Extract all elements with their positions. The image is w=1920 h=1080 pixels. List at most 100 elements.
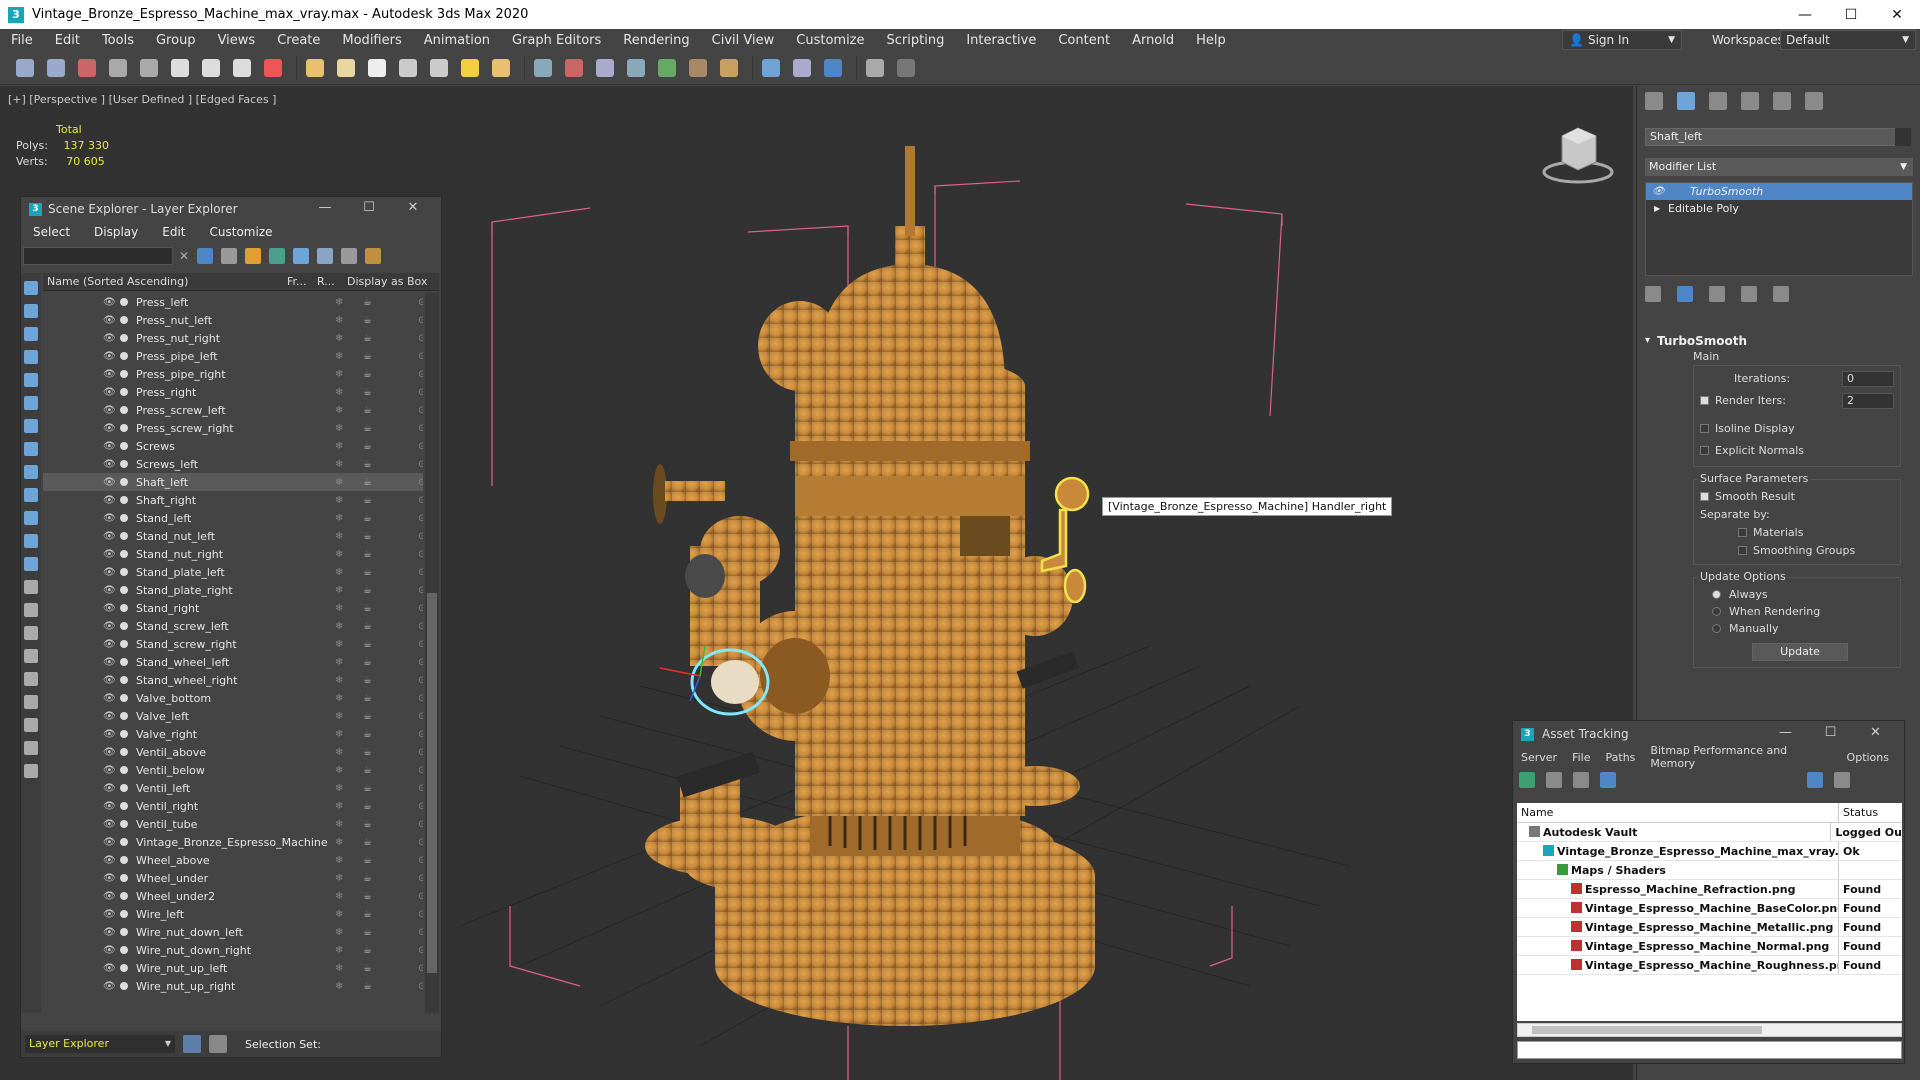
menu-views[interactable]: Views [207,33,267,48]
list-item[interactable]: 👁 Wire_nut_up_left ❄ ☕ ⊙ [43,959,423,977]
object-color-swatch[interactable] [1895,128,1911,146]
renderable-icon[interactable]: ☕ [363,495,372,506]
close-button[interactable]: ✕ [1874,0,1920,29]
explorer-type-select[interactable]: Layer Explorer ▼ [25,1035,175,1053]
freeze-icon[interactable]: ❄ [335,567,343,578]
display-box-icon[interactable]: ⊙ [418,981,423,992]
freeze-icon[interactable]: ❄ [335,495,343,506]
se-menu-select[interactable]: Select [33,225,70,239]
eye-icon[interactable]: 👁 [103,909,116,920]
display-box-icon[interactable]: ⊙ [418,675,423,686]
table-row[interactable]: Vintage_Espresso_Machine_Roughness.png Fo… [1517,956,1902,975]
filter-type-icon[interactable] [24,488,38,502]
filter-type-icon[interactable] [24,327,38,341]
eye-icon[interactable]: 👁 [103,927,116,938]
stack-item-turbosmooth[interactable]: 👁 TurboSmooth [1646,183,1912,200]
column-frozen-header[interactable]: Fr... [283,275,313,288]
minimize-button[interactable]: — [303,200,347,215]
cone-icon[interactable] [426,55,452,81]
menu-graph-editors[interactable]: Graph Editors [501,33,612,48]
freeze-icon[interactable]: ❄ [335,855,343,866]
eye-icon[interactable]: 👁 [103,837,116,848]
freeze-icon[interactable]: ❄ [335,657,343,668]
display-box-icon[interactable]: ⊙ [418,387,423,398]
display-box-icon[interactable]: ⊙ [418,369,423,380]
list-item[interactable]: 👁 Screws ❄ ☕ ⊙ [43,437,423,455]
materials-checkbox[interactable] [1738,528,1747,537]
renderable-icon[interactable]: ☕ [363,891,372,902]
freeze-icon[interactable]: ❄ [335,603,343,614]
renderable-icon[interactable]: ☕ [363,513,372,524]
list-item[interactable]: 👁 Ventil_below ❄ ☕ ⊙ [43,761,423,779]
filter-type-icon[interactable] [24,534,38,548]
list-item[interactable]: 👁 Wire_right ❄ ☕ ⊙ [43,995,423,1000]
freeze-icon[interactable]: ❄ [335,459,343,470]
mirror-icon[interactable] [561,55,587,81]
make-unique-icon[interactable] [1709,286,1725,302]
filter-type-icon[interactable] [24,718,38,732]
display-box-icon[interactable]: ⊙ [418,783,423,794]
freeze-icon[interactable]: ❄ [335,549,343,560]
display-box-icon[interactable]: ⊙ [418,837,423,848]
eye-icon[interactable]: 👁 [103,369,116,380]
filter-type-icon[interactable] [24,465,38,479]
eye-icon[interactable]: 👁 [103,747,116,758]
table-row[interactable]: Vintage_Espresso_Machine_Normal.png Found [1517,937,1902,956]
menu-content[interactable]: Content [1047,33,1121,48]
layer-explorer-icon[interactable] [183,1035,201,1053]
renderable-icon[interactable]: ☕ [363,405,372,416]
help-icon[interactable] [893,55,919,81]
freeze-icon[interactable]: ❄ [335,387,343,398]
display-tab-icon[interactable] [1773,92,1791,110]
display-box-icon[interactable]: ⊙ [418,531,423,542]
display-box-icon[interactable]: ⊙ [418,585,423,596]
list-item[interactable]: 👁 Shaft_right ❄ ☕ ⊙ [43,491,423,509]
renderable-icon[interactable]: ☕ [363,873,372,884]
cylinder-icon[interactable] [364,55,390,81]
renderable-icon[interactable]: ☕ [363,477,372,488]
list-item[interactable]: 👁 Stand_wheel_right ❄ ☕ ⊙ [43,671,423,689]
modify-tab-icon[interactable] [1677,92,1695,110]
eye-icon[interactable]: 👁 [103,819,116,830]
filter-type-icon[interactable] [24,281,38,295]
menu-scripting[interactable]: Scripting [876,33,956,48]
display-box-icon[interactable]: ⊙ [418,765,423,776]
display-box-icon[interactable]: ⊙ [418,711,423,722]
menu-create[interactable]: Create [266,33,331,48]
eye-icon[interactable]: 👁 [103,729,116,740]
scrollbar-thumb[interactable] [427,593,437,973]
list-item[interactable]: 👁 Stand_nut_left ❄ ☕ ⊙ [43,527,423,545]
smooth-result-checkbox[interactable] [1700,492,1709,501]
layer-icon[interactable] [623,55,649,81]
renderable-icon[interactable]: ☕ [363,747,372,758]
table-view-icon[interactable] [1600,772,1616,788]
renderable-icon[interactable]: ☕ [363,441,372,452]
light-icon[interactable] [457,55,483,81]
freeze-icon[interactable]: ❄ [335,999,343,1000]
display-box-icon[interactable]: ⊙ [418,549,423,560]
eye-icon[interactable]: 👁 [103,891,116,902]
display-box-icon[interactable]: ⊙ [418,423,423,434]
redo-icon[interactable] [43,55,69,81]
maximize-button[interactable]: ☐ [1828,0,1874,29]
freeze-icon[interactable]: ❄ [335,927,343,938]
menu-civil-view[interactable]: Civil View [701,33,786,48]
display-box-icon[interactable]: ⊙ [418,747,423,758]
rollout-title[interactable]: TurboSmooth [1645,332,1913,350]
eye-icon[interactable]: 👁 [103,387,116,398]
unlink-icon[interactable] [105,55,131,81]
eye-icon[interactable]: 👁 [103,981,116,992]
freeze-icon[interactable]: ❄ [335,729,343,740]
table-row[interactable]: Vintage_Espresso_Machine_BaseColor.png Fo… [1517,899,1902,918]
menu-edit[interactable]: Edit [44,33,91,48]
settings-icon[interactable] [341,248,358,264]
eye-icon[interactable]: 👁 [103,783,116,794]
eye-icon[interactable]: 👁 [103,945,116,956]
box-icon[interactable] [302,55,328,81]
lock-icon[interactable] [221,248,238,264]
display-box-icon[interactable]: ⊙ [418,621,423,632]
thumbnail-view-icon[interactable] [1573,772,1589,788]
freeze-icon[interactable]: ❄ [335,297,343,308]
column-name-header[interactable]: Name (Sorted Ascending) [43,275,283,288]
renderable-icon[interactable]: ☕ [363,711,372,722]
